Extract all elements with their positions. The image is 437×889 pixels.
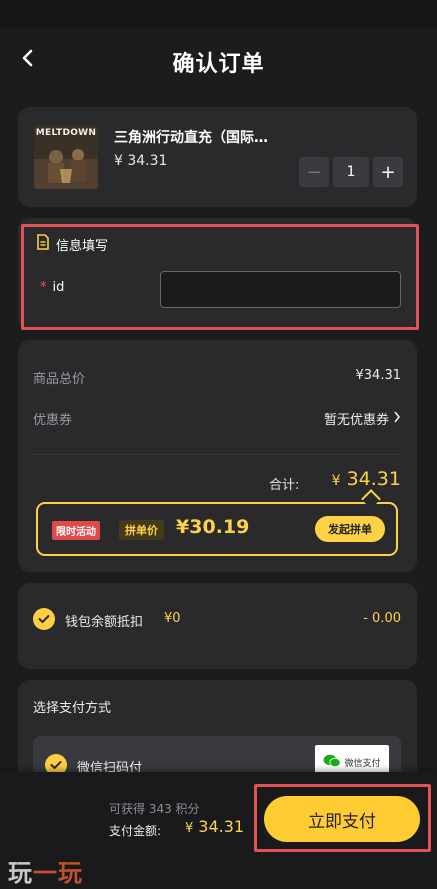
wechat-pay-logo-text: 微信支付 [344,758,381,769]
goods-total-label: 商品总价 [33,372,86,387]
limited-time-tag: 限时活动 [52,521,100,540]
payment-method-title: 选择支付方式 [33,701,112,716]
wallet-check-icon[interactable] [33,608,55,630]
pay-amount: ¥34.31 [185,817,244,836]
watermark-part2: 一玩 [33,859,83,887]
product-price: ¥ 34.31 [114,153,168,169]
summary-divider [33,454,402,455]
group-price: ¥30.19 [176,516,250,538]
points-earned: 可获得 343 积分 [109,802,200,816]
wallet-deduction: - 0.00 [363,611,401,626]
pay-amount-value: 34.31 [198,817,245,836]
start-group-buy-button[interactable]: 发起拼单 [315,516,385,542]
total-amount: ¥34.31 [332,468,401,490]
total-value: 34.31 [346,468,401,490]
wallet-balance: ¥0 [164,611,181,626]
wallet-label: 钱包余额抵扣 [65,615,144,630]
product-card: MELTDOWN 三角洲行动直充（国际… ¥ 34.31 − 1 + [18,107,417,207]
navigation-bar: 确认订单 [0,28,437,92]
product-name: 三角洲行动直充（国际… [114,130,268,146]
group-buy-banner: 限时活动 拼单价 ¥30.19 发起拼单 [36,502,398,556]
pay-amount-label: 支付金额: [109,824,162,838]
coupon-label: 优惠券 [33,413,73,428]
page-title: 确认订单 [172,52,265,77]
group-price-tag: 拼单价 [119,520,164,540]
status-strip [0,0,437,28]
watermark-part1: 玩 [8,859,33,887]
pay-currency: ¥ [185,821,194,836]
increase-button[interactable]: + [373,157,403,187]
wechat-pay-logo-icon [323,754,342,771]
decrease-button[interactable]: − [299,157,329,187]
quantity-value[interactable]: 1 [333,157,369,187]
chevron-right-icon [393,411,401,427]
pay-button-highlight-box [254,784,431,852]
wallet-card: 钱包余额抵扣 ¥0 - 0.00 [18,583,417,669]
order-summary-card: 商品总价 ¥34.31 优惠券 暂无优惠券 合计: ¥34.31 限时活动 拼单… [18,340,417,572]
product-thumbnail: MELTDOWN [34,125,98,189]
thumbnail-logo-text: MELTDOWN [35,128,97,138]
watermark-logo: 玩一玩 [8,853,83,888]
info-highlight-box [21,224,419,330]
total-currency: ¥ [331,473,341,489]
quantity-stepper: − 1 + [299,157,403,187]
coupon-value: 暂无优惠券 [323,413,389,428]
coupon-selector[interactable]: 暂无优惠券 [324,409,401,428]
total-label: 合计: [269,478,300,493]
goods-total-value: ¥34.31 [355,368,402,383]
